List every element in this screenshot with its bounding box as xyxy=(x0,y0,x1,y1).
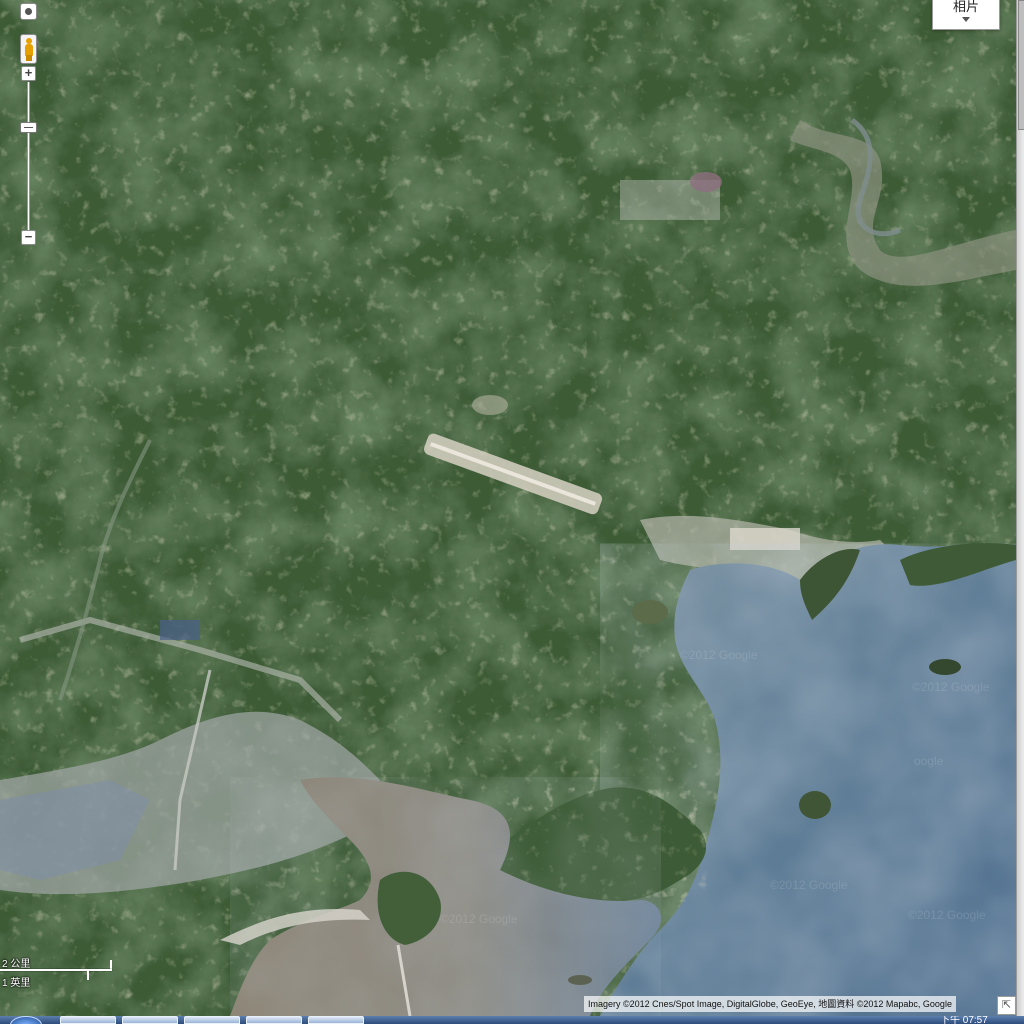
zoom-slider-track[interactable] xyxy=(27,82,30,232)
photos-layer-button[interactable]: 相片 xyxy=(932,0,1000,30)
scale-imperial-label: 1 英里 xyxy=(2,978,31,989)
start-button-icon[interactable] xyxy=(10,1016,42,1024)
watermark: ©2012 Google xyxy=(770,878,848,892)
zoom-out-icon[interactable]: − xyxy=(21,230,36,245)
watermark: oogle xyxy=(914,754,944,768)
pan-control-icon[interactable] xyxy=(20,3,37,20)
pegman-icon[interactable] xyxy=(20,34,37,64)
scrollbar-thumb[interactable] xyxy=(1018,0,1024,130)
taskbar-item[interactable] xyxy=(60,1016,116,1024)
watermark: ©2012 Google xyxy=(680,648,758,662)
watermark: ©2012 Google xyxy=(912,680,990,694)
taskbar-item[interactable] xyxy=(122,1016,178,1024)
taskbar-item[interactable] xyxy=(184,1016,240,1024)
taskbar-item[interactable] xyxy=(246,1016,302,1024)
scale-bar: 2 公里 1 英里 xyxy=(0,955,120,989)
zoom-slider-handle[interactable] xyxy=(20,122,37,133)
taskbar-clock[interactable]: 下午 07:57 xyxy=(940,1016,988,1024)
map-attribution: Imagery ©2012 Cnes/Spot Image, DigitalGl… xyxy=(584,996,956,1012)
chevron-down-icon xyxy=(962,17,970,22)
expand-corner-icon[interactable]: ⇱ xyxy=(997,996,1016,1015)
vertical-scrollbar[interactable] xyxy=(1016,0,1024,1016)
watermark: ©2012 Google xyxy=(440,912,518,926)
scale-metric-label: 2 公里 xyxy=(2,959,31,970)
photos-label: 相片 xyxy=(952,0,979,14)
map-window: ©2012 Google ©2012 Google oogle ©2012 Go… xyxy=(0,0,1024,1024)
taskbar: 下午 07:57 xyxy=(0,1016,1024,1024)
taskbar-item[interactable] xyxy=(308,1016,364,1024)
watermark: ©2012 Google xyxy=(908,908,986,922)
satellite-map[interactable] xyxy=(0,0,1016,1016)
zoom-in-icon[interactable]: + xyxy=(21,66,36,81)
